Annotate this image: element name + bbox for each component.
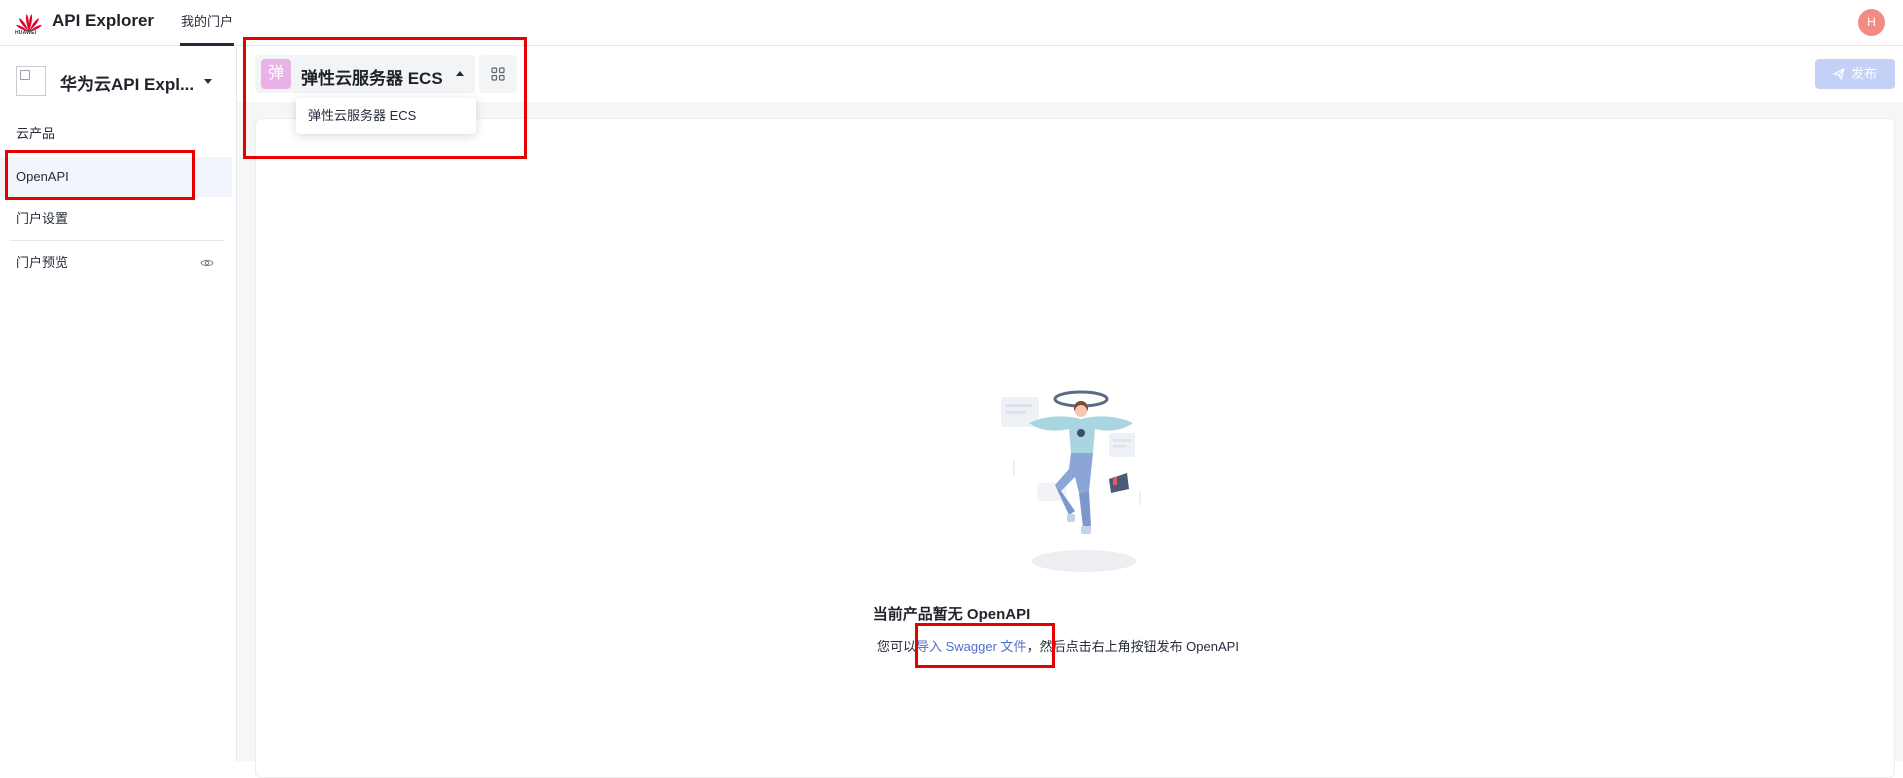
empty-desc-suffix: ，然后点击右上角按钮发布 OpenAPI xyxy=(1026,639,1239,654)
annotation-box-openapi xyxy=(5,150,195,200)
empty-state-illustration xyxy=(1001,390,1141,572)
portal-name: 华为云API Expl... xyxy=(60,75,195,94)
avatar[interactable]: H xyxy=(1858,9,1885,36)
app-title[interactable]: API Explorer xyxy=(52,11,154,31)
sidebar-item-portal-settings[interactable]: 门户设置 xyxy=(0,199,232,239)
caret-down-icon xyxy=(204,79,212,84)
annotation-box-import-link xyxy=(915,623,1055,668)
nav-my-portal[interactable]: 我的门户 xyxy=(180,0,235,46)
empty-state-title: 当前产品暂无 OpenAPI xyxy=(872,606,1031,623)
publish-label: 发布 xyxy=(1850,66,1877,81)
sidebar-item-portal-preview[interactable]: 门户预览 xyxy=(0,243,232,283)
send-icon xyxy=(1833,67,1845,80)
eye-icon[interactable] xyxy=(200,257,214,269)
empty-desc-prefix: 您可以 xyxy=(877,639,917,654)
sidebar-item-cloud-products[interactable]: 云产品 xyxy=(0,114,232,154)
publish-button[interactable]: 发布 xyxy=(1815,59,1895,89)
portal-logo-image xyxy=(16,66,46,96)
logo-wordmark: HUAWEI xyxy=(15,30,37,36)
sidebar-divider xyxy=(10,240,224,241)
sidebar-item-label: 门户预览 xyxy=(16,255,69,270)
portal-selector[interactable]: 华为云API Expl... xyxy=(16,66,226,98)
annotation-box-product-selector xyxy=(243,37,527,159)
